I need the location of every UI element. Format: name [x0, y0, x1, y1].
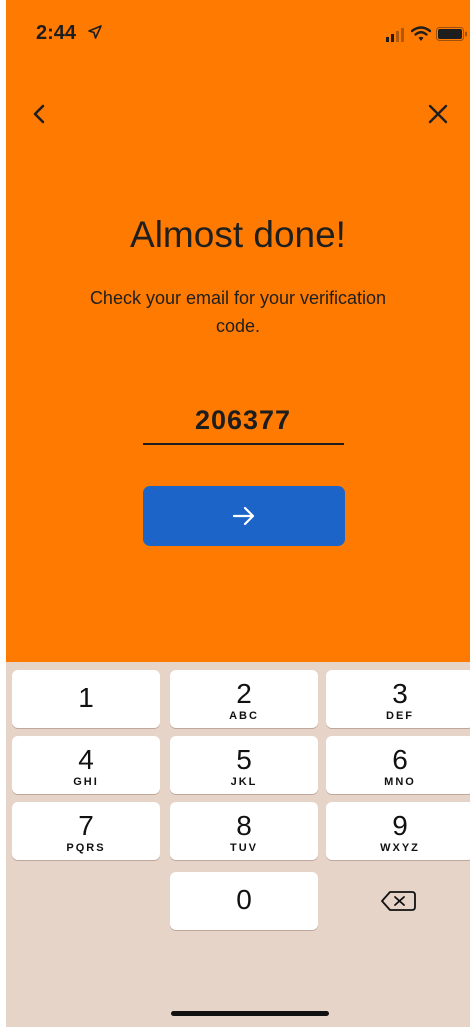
- key-digit: 4: [78, 744, 94, 775]
- key-digit: 3: [392, 678, 408, 709]
- key-9[interactable]: 9 WXYZ: [326, 802, 470, 860]
- key-digit: 5: [236, 744, 252, 775]
- key-digit: 7: [78, 810, 94, 841]
- arrow-right-icon: [232, 506, 255, 526]
- key-2[interactable]: 2 ABC: [170, 670, 318, 728]
- back-chevron-icon[interactable]: [26, 100, 54, 128]
- key-8[interactable]: 8 TUV: [170, 802, 318, 860]
- location-arrow-icon: [88, 25, 102, 39]
- key-1[interactable]: 1: [12, 670, 160, 728]
- key-digit: 0: [236, 884, 252, 915]
- verification-screen: 2:44 Almost done! Check your email for y…: [6, 0, 470, 662]
- key-4[interactable]: 4 GHI: [12, 736, 160, 794]
- close-icon[interactable]: [424, 100, 452, 128]
- key-letters: TUV: [230, 842, 258, 854]
- status-bar: 2:44: [6, 22, 470, 50]
- key-letters: GHI: [73, 776, 99, 788]
- key-letters: WXYZ: [380, 842, 420, 854]
- key-letters: DEF: [386, 710, 414, 722]
- key-5[interactable]: 5 JKL: [170, 736, 318, 794]
- key-digit: 2: [236, 678, 252, 709]
- code-input-underline: [143, 443, 344, 445]
- status-time: 2:44: [36, 22, 77, 44]
- backspace-icon[interactable]: [326, 872, 470, 930]
- key-letters: ABC: [229, 710, 259, 722]
- continue-button[interactable]: [143, 486, 345, 546]
- page-title: Almost done!: [130, 214, 346, 255]
- key-3[interactable]: 3 DEF: [326, 670, 470, 728]
- key-digit: 9: [392, 810, 408, 841]
- wifi-icon: [411, 26, 431, 41]
- key-6[interactable]: 6 MNO: [326, 736, 470, 794]
- key-letters: PQRS: [66, 842, 106, 854]
- key-7[interactable]: 7 PQRS: [12, 802, 160, 860]
- key-digit: 8: [236, 810, 252, 841]
- key-digit: 6: [392, 744, 408, 775]
- numeric-keyboard: 1 2 ABC 3 DEF 4 GHI 5 JKL 6 MNO 7 PQRS 8…: [6, 662, 470, 1027]
- app-frame: 2:44 Almost done! Check your email for y…: [0, 0, 470, 1027]
- key-letters: JKL: [230, 776, 258, 788]
- key-0[interactable]: 0: [170, 872, 318, 930]
- cellular-signal-icon: [386, 28, 404, 42]
- instruction-text: Check your email for your verification c…: [89, 288, 387, 336]
- home-indicator: [171, 1011, 329, 1016]
- key-digit: 1: [78, 682, 94, 713]
- verification-code-input[interactable]: 206377: [143, 405, 343, 445]
- key-letters: MNO: [384, 776, 416, 788]
- battery-icon: [436, 27, 467, 41]
